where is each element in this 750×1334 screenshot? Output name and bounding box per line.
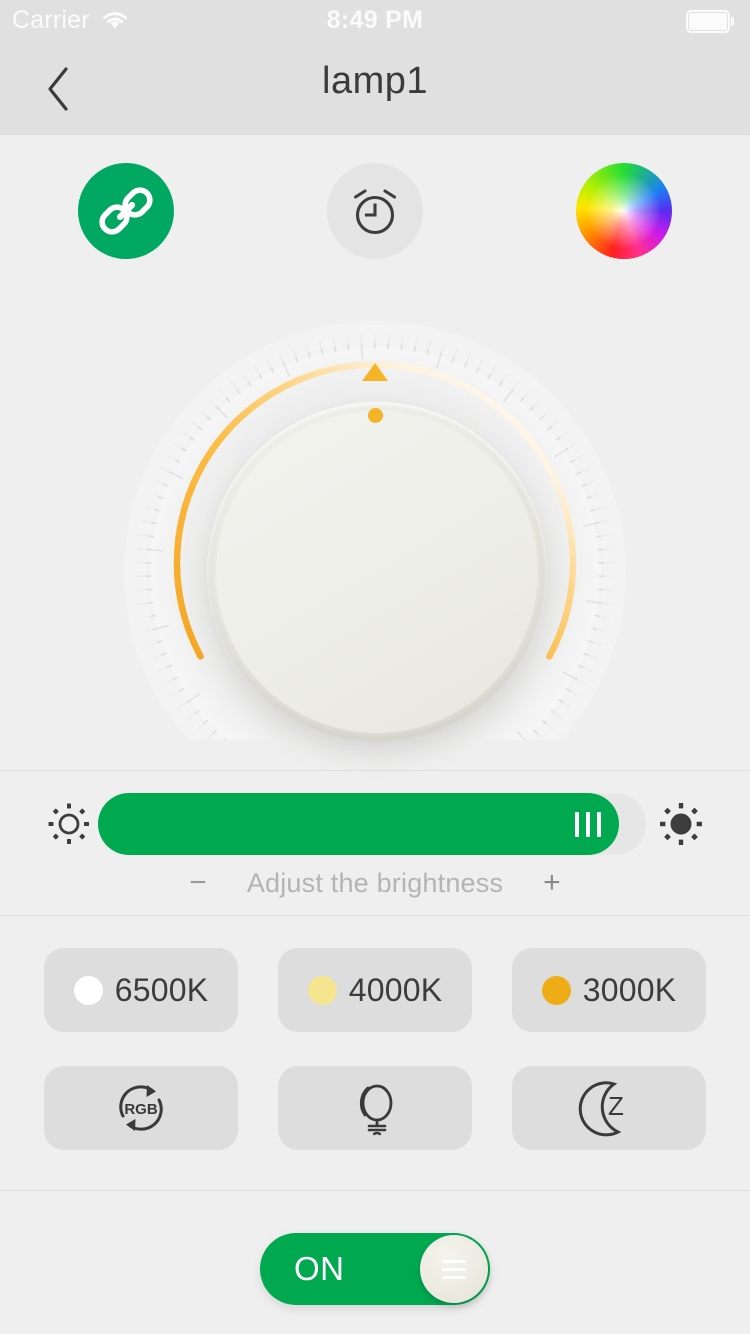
brightness-down-button[interactable] xyxy=(44,799,94,849)
battery-full-icon xyxy=(686,10,736,33)
temp-swatch-6500k xyxy=(73,975,103,1005)
lamp-control-screen: Carrier 8:49 PM lamp1 − Adjust the brigh… xyxy=(0,0,750,1334)
brightness-caption-row: − Adjust the brightness + xyxy=(0,866,750,900)
divider-bottom xyxy=(0,1190,750,1191)
moon-sleep-icon: Z xyxy=(578,1081,624,1137)
divider-middle xyxy=(0,915,750,916)
light-bulb-icon xyxy=(359,1084,393,1136)
power-toggle-row: ON xyxy=(0,1233,750,1305)
dial-knob[interactable] xyxy=(207,402,547,742)
preset-4000k[interactable]: 4000K xyxy=(278,948,472,1032)
grip-lines-icon xyxy=(442,1257,466,1281)
link-button[interactable] xyxy=(78,163,174,259)
preset-6500k[interactable]: 6500K xyxy=(44,948,238,1032)
sun-high-icon xyxy=(660,803,702,845)
svg-text:RGB: RGB xyxy=(124,1101,158,1118)
status-time: 8:49 PM xyxy=(326,5,424,34)
bulb-mode-button[interactable] xyxy=(278,1066,472,1150)
page-title: lamp1 xyxy=(322,60,428,102)
preset-3000k[interactable]: 3000K xyxy=(512,948,706,1032)
brightness-slider-fill xyxy=(98,793,619,855)
preset-label: 4000K xyxy=(348,971,443,1008)
power-toggle[interactable]: ON xyxy=(260,1233,490,1305)
divider-top xyxy=(0,770,750,771)
brightness-caption: Adjust the brightness xyxy=(246,867,504,898)
alarm-clock-icon xyxy=(353,189,397,235)
triangle-up-marker xyxy=(362,363,388,381)
status-bar: Carrier 8:49 PM xyxy=(0,0,750,40)
timer-button[interactable] xyxy=(327,163,423,259)
dial-position-dot xyxy=(368,408,383,423)
link-icon xyxy=(99,187,153,235)
power-toggle-label: ON xyxy=(294,1250,345,1287)
color-temperature-presets: 6500K 4000K 3000K xyxy=(44,948,706,1032)
brightness-minus-button[interactable]: − xyxy=(183,866,213,900)
mode-presets: RGB Z xyxy=(44,1066,706,1150)
brightness-plus-button[interactable]: + xyxy=(537,866,567,900)
brightness-row xyxy=(0,793,750,855)
color-wheel-button[interactable] xyxy=(576,163,672,259)
rgb-cycle-icon: RGB xyxy=(119,1085,163,1131)
brightness-slider[interactable] xyxy=(98,793,646,855)
brightness-dial[interactable] xyxy=(0,290,750,742)
rgb-cycle-button[interactable]: RGB xyxy=(44,1066,238,1150)
brightness-up-button[interactable] xyxy=(656,799,706,849)
navigation-bar: lamp1 xyxy=(0,40,750,135)
power-toggle-knob[interactable] xyxy=(420,1235,488,1303)
svg-text:Z: Z xyxy=(608,1091,624,1121)
temp-swatch-4000k xyxy=(307,975,337,1005)
night-mode-button[interactable]: Z xyxy=(512,1066,706,1150)
action-row xyxy=(0,163,750,259)
temp-swatch-3000k xyxy=(541,975,571,1005)
brightness-slider-handle[interactable] xyxy=(575,812,601,837)
sun-low-icon xyxy=(48,803,89,844)
preset-label: 6500K xyxy=(114,971,209,1008)
preset-label: 3000K xyxy=(582,971,677,1008)
